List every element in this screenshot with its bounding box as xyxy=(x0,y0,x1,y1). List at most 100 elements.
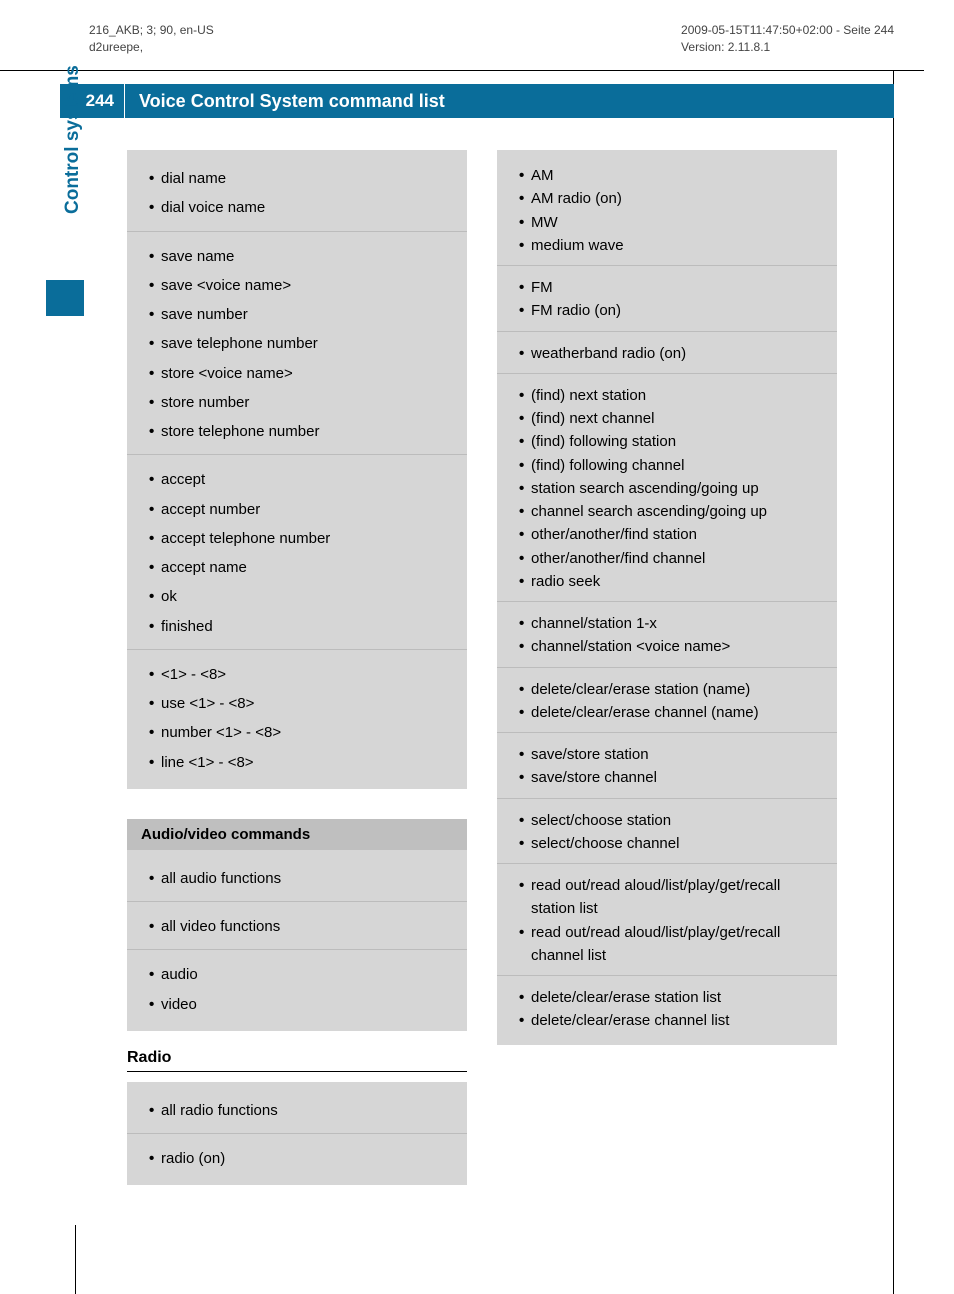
bullet-icon: • xyxy=(149,582,161,611)
list-item: •ok xyxy=(149,582,453,611)
list-item: •store telephone number xyxy=(149,417,453,446)
bullet-icon: • xyxy=(149,912,161,941)
list-item-label: other/another/find channel xyxy=(531,547,823,570)
list-item-label: AM radio (on) xyxy=(531,187,823,210)
list-item: •all audio functions xyxy=(149,864,453,893)
command-group: •save/store station•save/store channel xyxy=(497,733,837,799)
bullet-icon: • xyxy=(519,407,531,430)
section-header: Audio/video commands xyxy=(127,819,467,850)
list-item-label: delete/clear/erase channel list xyxy=(531,1009,823,1032)
list-item: •(find) next station xyxy=(519,384,823,407)
list-item-label: read out/read aloud/list/play/get/recall… xyxy=(531,921,823,968)
command-group: •all audio functions xyxy=(127,854,467,902)
list-item-label: audio xyxy=(161,960,453,989)
bullet-icon: • xyxy=(519,500,531,523)
bullet-icon: • xyxy=(149,1096,161,1125)
bullet-icon: • xyxy=(149,300,161,329)
list-item: •select/choose channel xyxy=(519,832,823,855)
list-item: •medium wave xyxy=(519,234,823,257)
list-item-label: MW xyxy=(531,211,823,234)
command-group: •dial name•dial voice name xyxy=(127,154,467,232)
bullet-icon: • xyxy=(149,748,161,777)
list-item: •(find) next channel xyxy=(519,407,823,430)
list-item-label: finished xyxy=(161,612,453,641)
bullet-icon: • xyxy=(149,1144,161,1173)
bullet-icon: • xyxy=(519,477,531,500)
list-item-label: accept xyxy=(161,465,453,494)
list-item: •radio seek xyxy=(519,570,823,593)
list-item: •delete/clear/erase station list xyxy=(519,986,823,1009)
bullet-icon: • xyxy=(519,276,531,299)
meta-right: 2009-05-15T11:47:50+02:00 - Seite 244 Ve… xyxy=(681,22,894,56)
list-item-label: other/another/find station xyxy=(531,523,823,546)
meta-left: 216_AKB; 3; 90, en-US d2ureepe, xyxy=(89,22,214,56)
bullet-icon: • xyxy=(149,990,161,1019)
command-group: •accept•accept number•accept telephone n… xyxy=(127,455,467,650)
bullet-icon: • xyxy=(149,524,161,553)
content: •dial name•dial voice name•save name•sav… xyxy=(127,150,837,1191)
list-item-label: ok xyxy=(161,582,453,611)
list-item: •accept name xyxy=(149,553,453,582)
bullet-icon: • xyxy=(519,874,531,897)
list-item-label: read out/read aloud/list/play/get/recall… xyxy=(531,874,823,921)
command-group: •radio (on) xyxy=(127,1134,467,1181)
list-item-label: store telephone number xyxy=(161,417,453,446)
list-item-label: weatherband radio (on) xyxy=(531,342,823,365)
bullet-icon: • xyxy=(519,299,531,322)
bullet-icon: • xyxy=(149,465,161,494)
list-item-label: FM radio (on) xyxy=(531,299,823,322)
bullet-icon: • xyxy=(149,660,161,689)
command-group: •weatherband radio (on) xyxy=(497,332,837,374)
bullet-icon: • xyxy=(519,187,531,210)
list-item: •AM xyxy=(519,164,823,187)
bullet-icon: • xyxy=(519,921,531,944)
list-item-label: accept telephone number xyxy=(161,524,453,553)
list-item-label: AM xyxy=(531,164,823,187)
list-item: •save number xyxy=(149,300,453,329)
sub-heading: Radio xyxy=(127,1049,467,1072)
list-item: •save/store channel xyxy=(519,766,823,789)
bullet-icon: • xyxy=(519,809,531,832)
bullet-icon: • xyxy=(519,678,531,701)
bullet-icon: • xyxy=(149,359,161,388)
bullet-icon: • xyxy=(519,384,531,407)
list-item: •line <1> - <8> xyxy=(149,748,453,777)
list-item: •channel/station 1-x xyxy=(519,612,823,635)
bullet-icon: • xyxy=(149,164,161,193)
bullet-icon: • xyxy=(149,417,161,446)
bullet-icon: • xyxy=(519,454,531,477)
list-item-label: (find) following station xyxy=(531,430,823,453)
bullet-icon: • xyxy=(149,388,161,417)
left-column: •dial name•dial voice name•save name•sav… xyxy=(127,150,467,1191)
bullet-icon: • xyxy=(519,766,531,789)
list-item-label: dial voice name xyxy=(161,193,453,222)
list-item: •station search ascending/going up xyxy=(519,477,823,500)
list-item: •save name xyxy=(149,242,453,271)
list-item: •radio (on) xyxy=(149,1144,453,1173)
bullet-icon: • xyxy=(149,718,161,747)
list-item: •<1> - <8> xyxy=(149,660,453,689)
title-bar: 244 Voice Control System command list xyxy=(60,84,894,118)
bullet-icon: • xyxy=(149,960,161,989)
bullet-icon: • xyxy=(149,689,161,718)
list-item-label: (find) next channel xyxy=(531,407,823,430)
command-group: •all video functions xyxy=(127,902,467,950)
list-item: •number <1> - <8> xyxy=(149,718,453,747)
bullet-icon: • xyxy=(149,329,161,358)
command-group: •(find) next station•(find) next channel… xyxy=(497,374,837,602)
list-item-label: save name xyxy=(161,242,453,271)
list-item: •channel search ascending/going up xyxy=(519,500,823,523)
list-item: •accept xyxy=(149,465,453,494)
bullet-icon: • xyxy=(149,271,161,300)
command-group: •FM•FM radio (on) xyxy=(497,266,837,332)
command-group: •all radio functions xyxy=(127,1086,467,1134)
top-rule xyxy=(0,70,924,71)
list-item: •finished xyxy=(149,612,453,641)
side-tab xyxy=(46,280,84,520)
list-item-label: use <1> - <8> xyxy=(161,689,453,718)
bullet-icon: • xyxy=(519,164,531,187)
list-item: •MW xyxy=(519,211,823,234)
list-item: •delete/clear/erase channel list xyxy=(519,1009,823,1032)
list-item-label: select/choose channel xyxy=(531,832,823,855)
list-item: •save <voice name> xyxy=(149,271,453,300)
